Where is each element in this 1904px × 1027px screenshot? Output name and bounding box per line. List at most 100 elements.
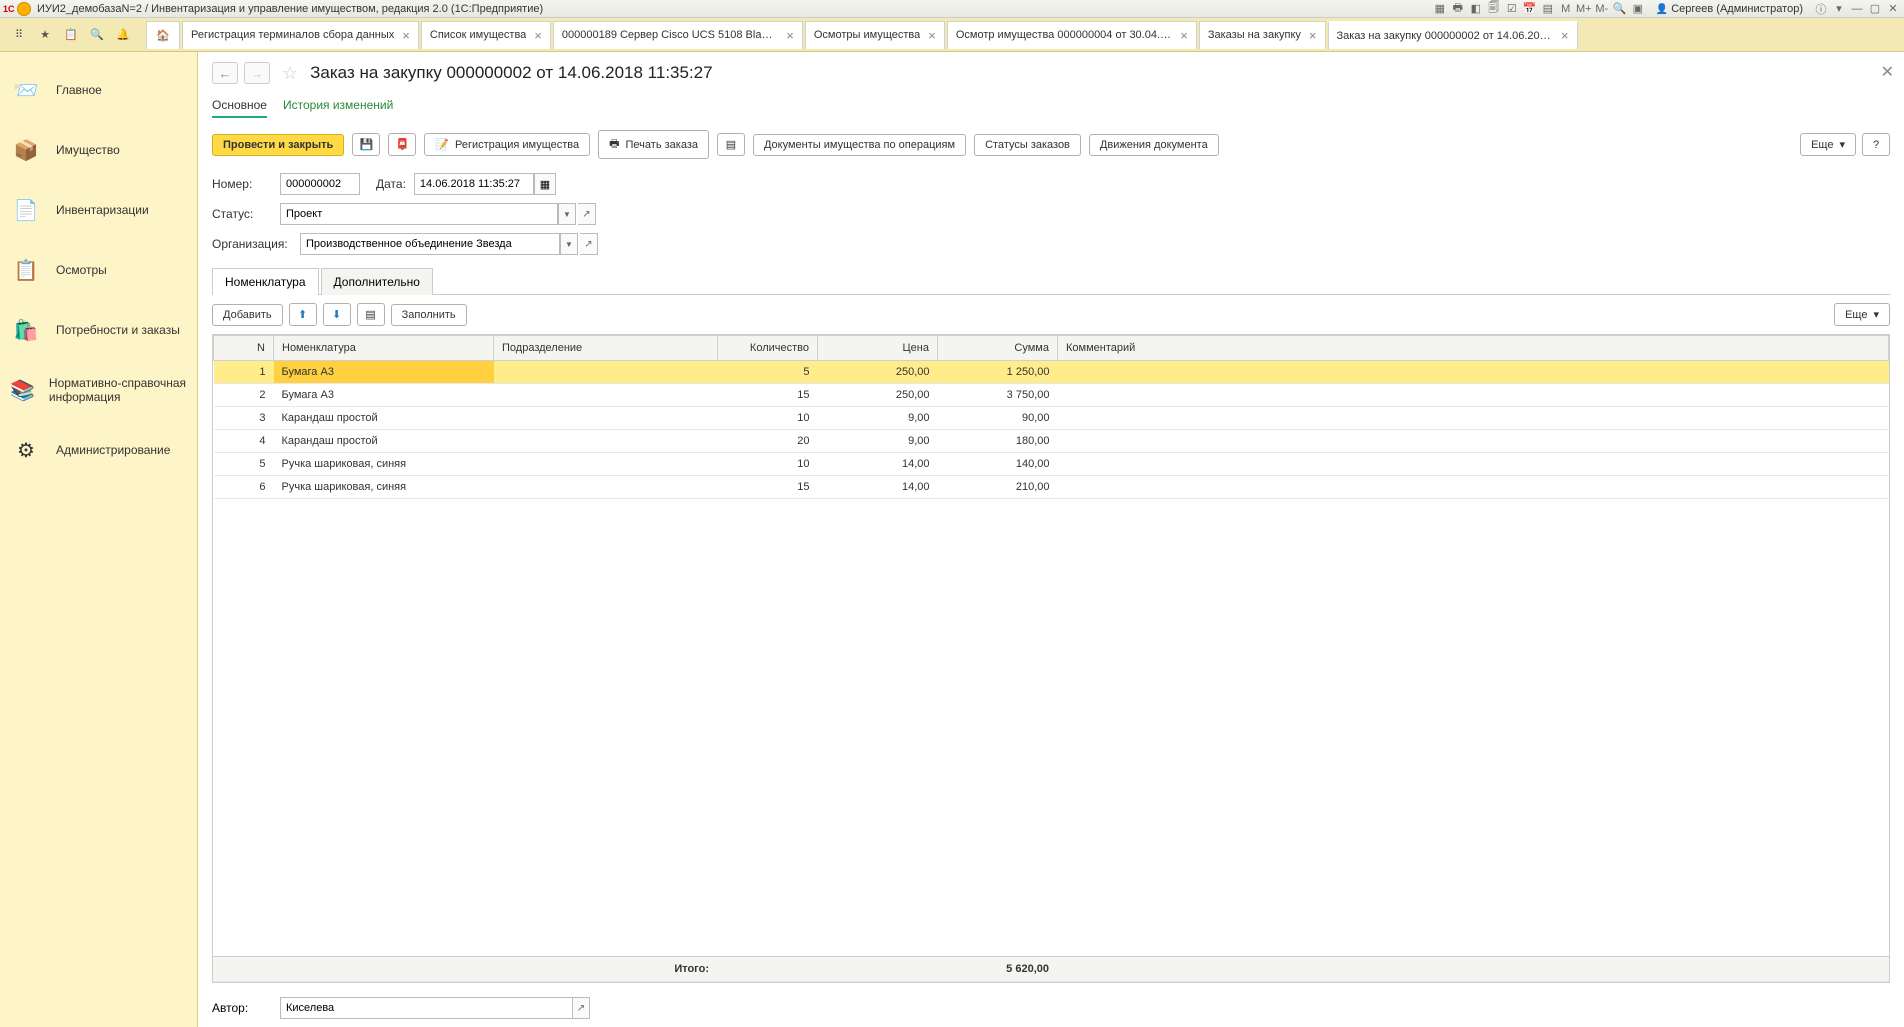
- save-icon-button[interactable]: 💾: [352, 133, 380, 156]
- tab-additional[interactable]: Дополнительно: [321, 268, 433, 295]
- col-n[interactable]: N: [214, 336, 274, 361]
- document-tab[interactable]: Регистрация терминалов сбора данных×: [182, 21, 419, 49]
- status-input[interactable]: [280, 203, 558, 225]
- document-tab[interactable]: Заказ на закупку 000000002 от 14.06.2018…: [1328, 21, 1578, 49]
- commit-close-button[interactable]: Провести и закрыть: [212, 134, 344, 156]
- star-icon[interactable]: ★: [34, 24, 56, 46]
- open-icon[interactable]: ↗: [572, 997, 590, 1019]
- col-name[interactable]: Номенклатура: [274, 336, 494, 361]
- col-sum[interactable]: Сумма: [938, 336, 1058, 361]
- sidebar-item[interactable]: 🛍️Потребности и заказы: [0, 300, 197, 360]
- document-tab[interactable]: Осмотры имущества×: [805, 21, 945, 49]
- number-input[interactable]: [280, 173, 360, 195]
- tab-close-icon[interactable]: ×: [402, 28, 410, 43]
- fill-button[interactable]: Заполнить: [391, 304, 467, 326]
- search-icon[interactable]: 🔍: [86, 24, 108, 46]
- cell-comment: [1058, 361, 1889, 384]
- tab-nomenclature[interactable]: Номенклатура: [212, 268, 319, 295]
- tab-close-icon[interactable]: ×: [1561, 28, 1569, 43]
- subtab-history[interactable]: История изменений: [283, 98, 393, 118]
- sidebar-label: Имущество: [56, 143, 120, 157]
- maximize-icon[interactable]: ▢: [1867, 1, 1883, 17]
- table-row[interactable]: 4Карандаш простой209,00180,00: [214, 430, 1889, 453]
- tool-icon[interactable]: 🗐: [1486, 1, 1502, 17]
- m-icon[interactable]: М: [1558, 1, 1574, 17]
- close-icon[interactable]: ✕: [1885, 1, 1901, 17]
- sidebar-item[interactable]: ⚙Администрирование: [0, 420, 197, 480]
- search-icon[interactable]: 🔍: [1612, 1, 1628, 17]
- tab-close-icon[interactable]: ×: [1309, 28, 1317, 43]
- table-row[interactable]: 5Ручка шариковая, синяя1014,00140,00: [214, 453, 1889, 476]
- tool-icon[interactable]: ▤: [1540, 1, 1556, 17]
- col-qty[interactable]: Количество: [718, 336, 818, 361]
- tab-close-icon[interactable]: ×: [1180, 28, 1188, 43]
- tab-close-icon[interactable]: ×: [928, 28, 936, 43]
- tool-icon[interactable]: ☑: [1504, 1, 1520, 17]
- cell-name: Ручка шариковая, синяя: [274, 453, 494, 476]
- info-icon[interactable]: ⓘ: [1813, 1, 1829, 17]
- favorite-icon[interactable]: ☆: [282, 63, 298, 84]
- dropdown-icon[interactable]: ▾: [1831, 1, 1847, 17]
- date-input[interactable]: [414, 173, 534, 195]
- help-button[interactable]: ?: [1862, 133, 1890, 156]
- mplus-icon[interactable]: М+: [1576, 1, 1592, 17]
- sidebar-item[interactable]: 📨Главное: [0, 60, 197, 120]
- doc-movements-button[interactable]: Движения документа: [1089, 134, 1219, 156]
- org-input[interactable]: [300, 233, 560, 255]
- table-more-button[interactable]: Еще ▾: [1834, 303, 1890, 326]
- close-page-icon[interactable]: ✕: [1881, 62, 1894, 82]
- col-dept[interactable]: Подразделение: [494, 336, 718, 361]
- calendar-icon[interactable]: 📅: [1522, 1, 1538, 17]
- sidebar-item[interactable]: 📄Инвентаризации: [0, 180, 197, 240]
- titlebar: 1C ИУИ2_демобазаN=2 / Инвентаризация и у…: [0, 0, 1904, 18]
- print-icon[interactable]: 🖶: [1450, 1, 1466, 17]
- sidebar-item[interactable]: 📦Имущество: [0, 120, 197, 180]
- orb-icon[interactable]: [17, 2, 31, 16]
- sidebar-item[interactable]: 📋Осмотры: [0, 240, 197, 300]
- user-label[interactable]: Сергеев (Администратор): [1656, 3, 1803, 15]
- post-icon-button[interactable]: 📮: [388, 133, 416, 156]
- table-row[interactable]: 3Карандаш простой109,0090,00: [214, 407, 1889, 430]
- apps-icon[interactable]: ⠿: [8, 24, 30, 46]
- tool-icon[interactable]: ▣: [1630, 1, 1646, 17]
- more-button[interactable]: Еще ▾: [1800, 133, 1856, 156]
- tool-icon[interactable]: ▦: [1432, 1, 1448, 17]
- home-tab[interactable]: 🏠: [146, 21, 180, 49]
- list-icon-button[interactable]: ▤: [717, 133, 745, 156]
- tab-close-icon[interactable]: ×: [534, 28, 542, 43]
- move-down-button[interactable]: ⬇: [323, 303, 351, 326]
- list-icon-button[interactable]: ▤: [357, 303, 385, 326]
- minimize-icon[interactable]: —: [1849, 1, 1865, 17]
- table-row[interactable]: 1Бумага А35250,001 250,00: [214, 361, 1889, 384]
- table-row[interactable]: 6Ручка шариковая, синяя1514,00210,00: [214, 476, 1889, 499]
- order-statuses-button[interactable]: Статусы заказов: [974, 134, 1081, 156]
- mminus-icon[interactable]: М-: [1594, 1, 1610, 17]
- tab-close-icon[interactable]: ×: [786, 28, 794, 43]
- print-order-button[interactable]: 🖶Печать заказа: [598, 130, 709, 159]
- document-tab[interactable]: Список имущества×: [421, 21, 551, 49]
- document-tab[interactable]: Осмотр имущества 000000004 от 30.04.201.…: [947, 21, 1197, 49]
- subtab-main[interactable]: Основное: [212, 98, 267, 118]
- open-icon[interactable]: ↗: [578, 203, 596, 225]
- open-icon[interactable]: ↗: [580, 233, 598, 255]
- back-button[interactable]: ←: [212, 62, 238, 84]
- tool-icon[interactable]: ◧: [1468, 1, 1484, 17]
- document-tab[interactable]: 000000189 Сервер Cisco UCS 5108 Blade S.…: [553, 21, 803, 49]
- calendar-icon[interactable]: ▦: [534, 173, 556, 195]
- cell-sum: 1 250,00: [938, 361, 1058, 384]
- docs-by-op-button[interactable]: Документы имущества по операциям: [753, 134, 966, 156]
- col-price[interactable]: Цена: [818, 336, 938, 361]
- col-comment[interactable]: Комментарий: [1058, 336, 1889, 361]
- author-input[interactable]: [280, 997, 572, 1019]
- add-button[interactable]: Добавить: [212, 304, 283, 326]
- clipboard-icon[interactable]: 📋: [60, 24, 82, 46]
- bell-icon[interactable]: 🔔: [112, 24, 134, 46]
- dropdown-icon[interactable]: ▼: [558, 203, 576, 225]
- forward-button[interactable]: →: [244, 62, 270, 84]
- table-row[interactable]: 2Бумага А315250,003 750,00: [214, 384, 1889, 407]
- register-property-button[interactable]: 📝Регистрация имущества: [424, 133, 590, 156]
- sidebar-item[interactable]: 📚Нормативно-справочная информация: [0, 360, 197, 420]
- move-up-button[interactable]: ⬆: [289, 303, 317, 326]
- dropdown-icon[interactable]: ▼: [560, 233, 578, 255]
- document-tab[interactable]: Заказы на закупку×: [1199, 21, 1326, 49]
